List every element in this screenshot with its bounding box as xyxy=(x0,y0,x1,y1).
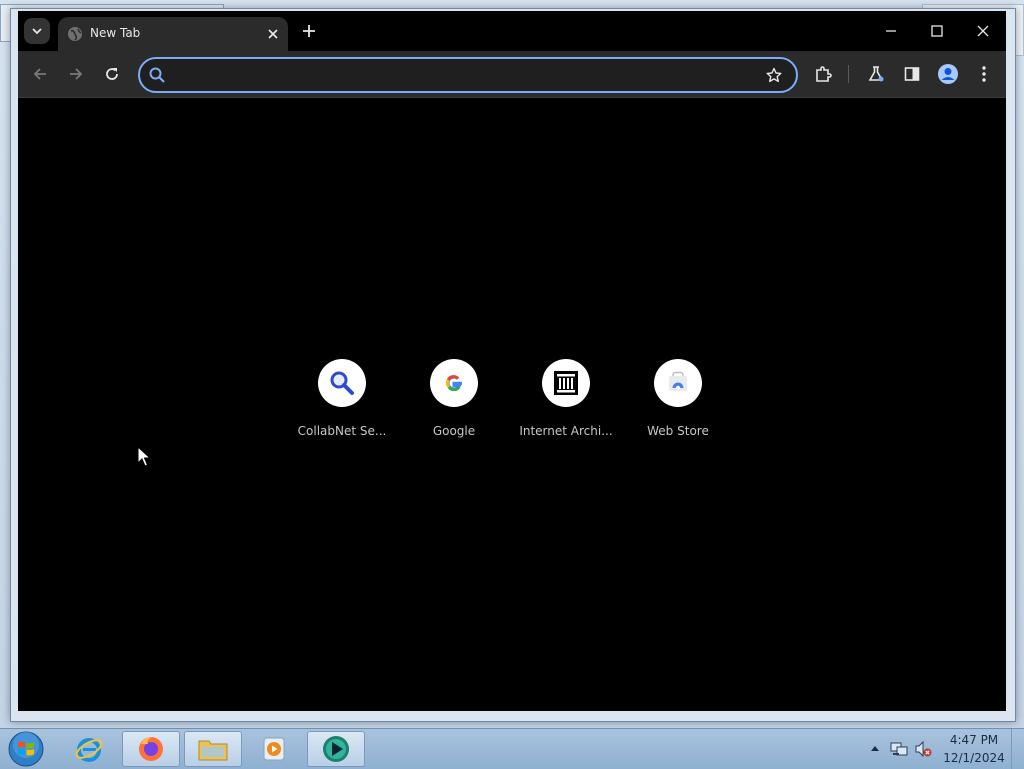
volume-muted-icon[interactable] xyxy=(914,740,932,758)
shortcut-icon-circle xyxy=(318,359,366,407)
menu-button[interactable] xyxy=(972,62,996,86)
reload-button[interactable] xyxy=(100,62,124,86)
maximize-button[interactable] xyxy=(922,19,952,43)
bookmark-star-button[interactable] xyxy=(764,65,784,85)
browser-toolbar xyxy=(18,51,1006,98)
search-icon xyxy=(149,67,165,83)
address-input[interactable] xyxy=(172,63,756,89)
back-button[interactable] xyxy=(28,62,52,86)
forward-button[interactable] xyxy=(64,62,88,86)
close-window-button[interactable] xyxy=(968,19,998,43)
shortcut-label: Web Store xyxy=(647,424,709,438)
minimize-icon xyxy=(886,30,896,32)
tab-search-button[interactable] xyxy=(24,18,50,44)
shortcut-tile[interactable]: Web Store xyxy=(622,347,734,438)
chevron-up-icon xyxy=(871,746,879,751)
globe-icon xyxy=(68,27,82,41)
mouse-cursor-icon xyxy=(137,446,151,467)
archive-building-icon xyxy=(554,371,578,395)
tab-strip: New Tab xyxy=(18,11,1006,51)
close-icon xyxy=(268,29,278,39)
shortcut-label: CollabNet Se... xyxy=(297,424,387,438)
shortcut-label: Internet Archi... xyxy=(519,424,613,438)
folder-icon xyxy=(198,740,228,761)
taskbar-firefox[interactable] xyxy=(122,731,180,767)
side-panel-button[interactable] xyxy=(900,62,924,86)
tab-close-button[interactable] xyxy=(264,25,282,43)
profile-button[interactable] xyxy=(936,62,960,86)
clock-date[interactable]: 12/1/2024 xyxy=(940,751,1008,765)
more-vert-icon xyxy=(982,66,986,82)
media-player-icon xyxy=(263,737,285,761)
windows-orb-icon xyxy=(8,731,44,767)
web-store-icon xyxy=(669,371,687,391)
shortcut-icon-circle xyxy=(654,359,702,407)
toolbar-separator xyxy=(848,65,849,83)
puzzle-piece-icon xyxy=(816,66,832,82)
maximize-icon xyxy=(931,25,943,37)
show-desktop-button[interactable] xyxy=(1011,729,1024,769)
shortcut-label: Google xyxy=(432,424,476,438)
network-icon[interactable] xyxy=(890,740,908,758)
start-button[interactable] xyxy=(6,730,46,768)
new-tab-button[interactable] xyxy=(299,21,319,41)
flask-icon xyxy=(868,66,884,82)
taskbar-file-explorer[interactable] xyxy=(184,731,242,767)
taskbar-internet-explorer[interactable] xyxy=(60,731,118,767)
reload-icon xyxy=(106,68,118,80)
address-bar[interactable] xyxy=(138,57,798,93)
magnifier-icon xyxy=(330,371,354,395)
shortcut-tile[interactable]: Internet Archi... xyxy=(510,347,622,438)
firefox-icon xyxy=(139,737,163,761)
shortcut-tile[interactable]: CollabNet Se... xyxy=(286,347,398,438)
tab-title: New Tab xyxy=(90,26,141,40)
shortcut-icon-circle xyxy=(430,359,478,407)
extensions-button[interactable] xyxy=(811,62,835,86)
google-g-icon xyxy=(445,375,462,392)
avatar-icon xyxy=(938,64,958,84)
labs-button[interactable] xyxy=(864,62,888,86)
taskbar: 4:47 PM 12/1/2024 xyxy=(0,728,1024,769)
taskbar-media-player[interactable] xyxy=(245,731,303,767)
side-panel-icon xyxy=(904,67,920,81)
shortcut-tile[interactable]: Google xyxy=(398,347,510,438)
app-play-icon xyxy=(323,736,349,762)
chevron-down-icon xyxy=(32,28,42,35)
taskbar-active-app[interactable] xyxy=(307,731,365,767)
arrow-right-icon xyxy=(70,68,83,80)
show-hidden-icons-button[interactable] xyxy=(869,741,881,755)
tab-new-tab[interactable]: New Tab xyxy=(58,17,288,51)
arrow-left-icon xyxy=(33,68,46,80)
browser-window: New Tab CollabNet Se... Google Internet … xyxy=(18,11,1006,711)
minimize-button[interactable] xyxy=(876,19,906,43)
close-icon xyxy=(977,25,989,37)
clock-time[interactable]: 4:47 PM xyxy=(944,733,1004,747)
plus-icon xyxy=(303,25,315,37)
star-icon xyxy=(766,67,782,83)
shortcut-icon-circle xyxy=(542,359,590,407)
internet-explorer-icon xyxy=(75,738,103,762)
new-tab-page: CollabNet Se... Google Internet Archi...… xyxy=(18,98,1006,711)
